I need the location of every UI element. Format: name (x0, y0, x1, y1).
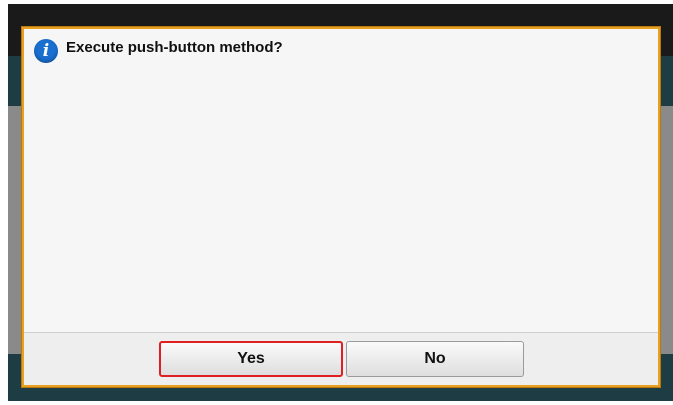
no-button[interactable]: No (346, 341, 524, 377)
yes-button[interactable]: Yes (159, 341, 343, 377)
dialog-button-bar: Yes No (24, 332, 658, 385)
info-icon: i (34, 39, 58, 63)
dialog-header: i Execute push-button method? (34, 39, 283, 63)
dialog-message: Execute push-button method? (66, 38, 283, 56)
device-screen: i Execute push-button method? Yes No (8, 4, 673, 401)
confirmation-dialog: i Execute push-button method? Yes No (22, 27, 660, 387)
